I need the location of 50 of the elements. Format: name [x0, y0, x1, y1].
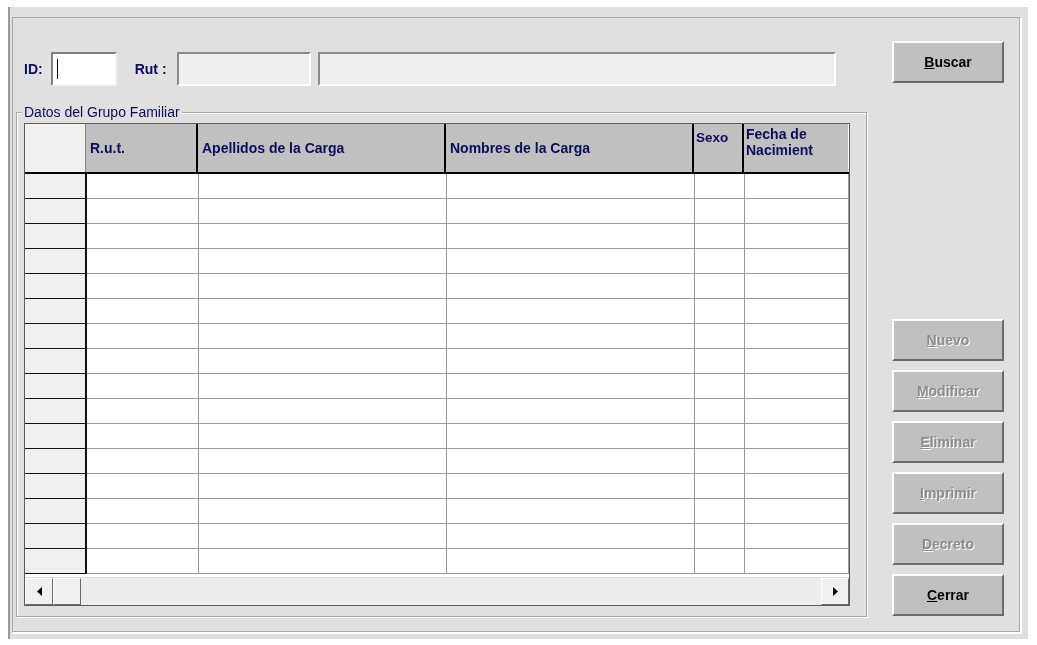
- table-cell: [695, 324, 745, 349]
- column-header[interactable]: Nombres de la Carga: [446, 124, 694, 172]
- table-cell: [695, 249, 745, 274]
- right-arrow-icon: [832, 587, 838, 596]
- table-cell: [695, 299, 745, 324]
- row-selector[interactable]: [25, 274, 87, 299]
- row-selector[interactable]: [25, 524, 87, 549]
- table-cell: [695, 174, 745, 199]
- id-label: ID:: [24, 61, 43, 77]
- table-cell: [695, 224, 745, 249]
- row-selector[interactable]: [25, 474, 87, 499]
- row-selector[interactable]: [25, 374, 87, 399]
- left-arrow-icon: [36, 587, 42, 596]
- column-header[interactable]: Fecha de Nacimient: [744, 124, 848, 172]
- table-cell: [695, 499, 745, 524]
- scroll-thumb[interactable]: [53, 578, 81, 605]
- row-selector[interactable]: [25, 424, 87, 449]
- table-cell: [695, 549, 745, 574]
- table-cell: [695, 449, 745, 474]
- rut-label: Rut :: [134, 61, 167, 77]
- table-cell: [695, 524, 745, 549]
- scroll-right-button[interactable]: [821, 578, 849, 605]
- table-cell: [695, 474, 745, 499]
- table-cell: [695, 399, 745, 424]
- column-header[interactable]: Sexo: [694, 124, 744, 172]
- id-field[interactable]: [50, 52, 117, 86]
- table-cell: [695, 274, 745, 299]
- row-selector[interactable]: [25, 299, 87, 324]
- row-selector[interactable]: [25, 199, 87, 224]
- column-header[interactable]: R.u.t.: [86, 124, 198, 172]
- row-selector[interactable]: [25, 549, 87, 574]
- horizontal-scrollbar[interactable]: [25, 577, 849, 605]
- row-selector[interactable]: [25, 174, 87, 199]
- search-button[interactable]: Buscar: [892, 41, 1004, 83]
- button[interactable]: Cerrar: [892, 574, 1004, 616]
- row-selector[interactable]: [25, 224, 87, 249]
- row-selector[interactable]: [25, 249, 87, 274]
- row-selector[interactable]: [25, 399, 87, 424]
- row-selector[interactable]: [25, 324, 87, 349]
- row-selector[interactable]: [25, 499, 87, 524]
- table-cell: [695, 349, 745, 374]
- row-selector[interactable]: [25, 349, 87, 374]
- column-header[interactable]: Apellidos de la Carga: [198, 124, 446, 172]
- group-title: Datos del Grupo Familiar: [22, 103, 182, 121]
- row-header-corner: [25, 124, 86, 172]
- table-cell: [695, 199, 745, 224]
- table-cell: [695, 424, 745, 449]
- row-selector[interactable]: [25, 449, 87, 474]
- table-cell: [695, 374, 745, 399]
- scroll-left-button[interactable]: [25, 578, 53, 605]
